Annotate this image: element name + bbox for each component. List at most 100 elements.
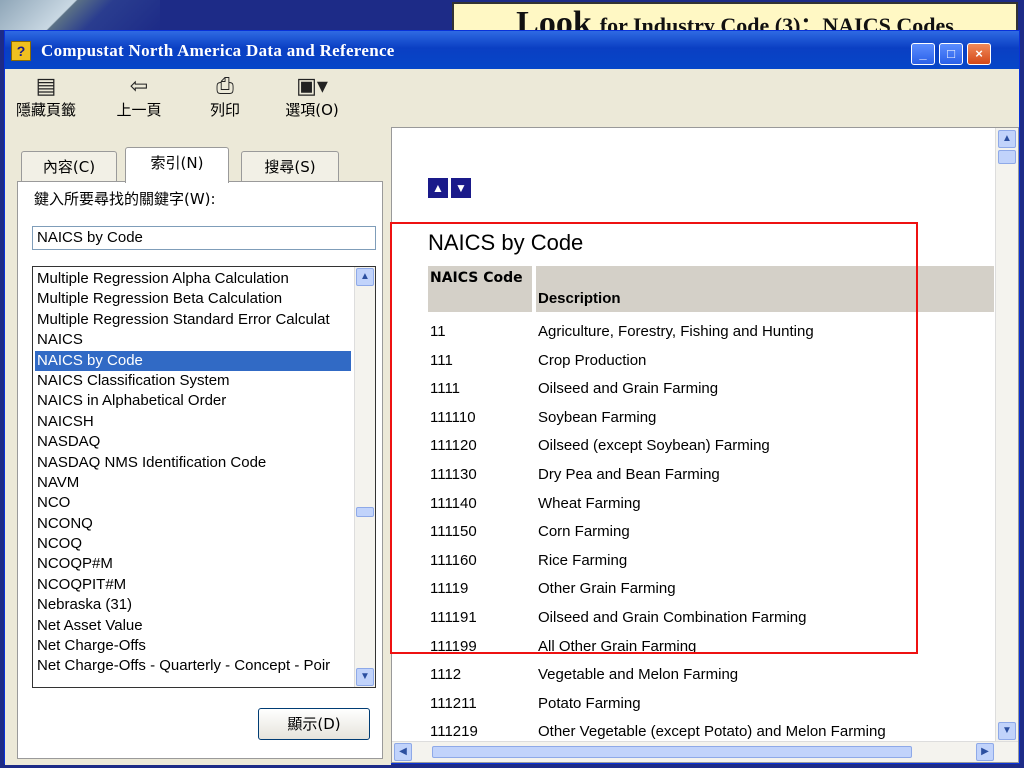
print-button[interactable]: ⎙ 列印	[201, 73, 249, 120]
scroll-thumb[interactable]	[356, 507, 374, 517]
help-app-icon: ?	[11, 41, 31, 61]
minimize-button[interactable]: _	[911, 43, 935, 65]
list-item[interactable]: Net Charge-Offs	[35, 636, 351, 656]
tab-index[interactable]: 索引(N)	[125, 147, 229, 183]
topic-scroll-up-button[interactable]: ▲	[998, 130, 1016, 148]
description-cell: Vegetable and Melon Farming	[538, 666, 739, 684]
list-item[interactable]: Net Asset Value	[35, 616, 351, 636]
description-cell: Crop Production	[538, 351, 647, 369]
naics-table-body: 11 Agriculture, Forestry, Fishing and Hun…	[428, 318, 994, 742]
table-row: 11119 Other Grain Farming	[428, 575, 994, 604]
description-cell: Rice Farming	[538, 551, 628, 569]
navigation-pane: 內容(C) 索引(N) 搜尋(S) 鍵入所要尋找的關鍵字(W): NAICS b…	[5, 127, 391, 765]
list-item[interactable]: Net Charge-Offs - Quarterly - Concept - …	[35, 656, 351, 676]
tab-search[interactable]: 搜尋(S)	[241, 151, 339, 183]
naics-code-cell: 11	[430, 323, 446, 340]
list-item[interactable]: NCOQPIT#M	[35, 575, 351, 595]
scroll-down-button[interactable]: ▼	[356, 668, 374, 686]
previous-topic-icon[interactable]: ▲	[428, 178, 448, 198]
description-cell: Oilseed and Grain Farming	[538, 380, 719, 398]
hide-tabs-button[interactable]: ▤ 隱藏頁籤	[11, 73, 81, 120]
table-row: 1111 Oilseed and Grain Farming	[428, 375, 994, 404]
naics-code-cell: 111110	[430, 408, 476, 426]
list-item[interactable]: NAICS	[35, 330, 351, 350]
table-row: 111211 Potato Farming	[428, 690, 994, 719]
table-row: 111120 Oilseed (except Soybean) Farming	[428, 432, 994, 461]
topic-scroll-down-button[interactable]: ▼	[998, 722, 1016, 740]
topic-scroll-thumb[interactable]	[998, 150, 1016, 164]
back-label: 上一頁	[116, 101, 162, 119]
naics-code-cell: 111130	[430, 465, 477, 483]
topic-hscroll-thumb[interactable]	[432, 746, 912, 758]
description-cell: Potato Farming	[538, 694, 641, 712]
table-row: 11 Agriculture, Forestry, Fishing and Hun…	[428, 318, 994, 347]
table-row: 111110 Soybean Farming	[428, 404, 994, 433]
list-item[interactable]: NCONQ	[35, 514, 351, 534]
list-item[interactable]: NCO	[35, 493, 351, 513]
naics-code-cell: 111140	[430, 494, 477, 512]
description-cell: Other Grain Farming	[538, 580, 676, 598]
hide-tabs-icon: ▤	[35, 73, 57, 98]
table-header: NAICS Code Description	[428, 266, 994, 312]
scroll-up-button[interactable]: ▲	[356, 268, 374, 286]
description-cell: Agriculture, Forestry, Fishing and Hunti…	[538, 323, 814, 340]
index-list: Multiple Regression Alpha Calculation Mul…	[35, 269, 351, 677]
naics-code-cell: 111120	[430, 437, 477, 455]
table-row: 111 Crop Production	[428, 347, 994, 376]
tab-contents[interactable]: 內容(C)	[21, 151, 117, 183]
naics-code-cell: 111	[430, 351, 453, 369]
maximize-button[interactable]: □	[939, 43, 963, 65]
naics-code-cell: 111211	[430, 694, 477, 712]
description-cell: Soybean Farming	[538, 408, 657, 426]
index-list-scrollbar[interactable]: ▲ ▼	[354, 267, 375, 687]
list-item[interactable]: NASDAQ	[35, 432, 351, 452]
slide-decoration	[0, 0, 160, 30]
description-cell: Other Vegetable (except Potato) and Melo…	[538, 723, 886, 741]
list-item[interactable]: Multiple Regression Beta Calculation	[35, 289, 351, 309]
window-titlebar[interactable]: ? Compustat North America Data and Refer…	[5, 31, 1019, 69]
list-item[interactable]: NAVM	[35, 473, 351, 493]
print-label: 列印	[209, 101, 240, 119]
list-item[interactable]: NCOQ	[35, 534, 351, 554]
description-cell: Oilseed (except Soybean) Farming	[538, 437, 770, 455]
list-item[interactable]: NAICSH	[35, 412, 351, 432]
naics-code-cell: 1111	[430, 380, 461, 398]
table-row: 111191 Oilseed and Grain Combination Farm…	[428, 604, 994, 633]
toolbar: ▤ 隱藏頁籤 ⇦ 上一頁 ⎙ 列印 ▣▾ 選項(O)	[5, 69, 1019, 128]
list-item[interactable]: Multiple Regression Alpha Calculation	[35, 269, 351, 289]
list-item[interactable]: NAICS by Code	[35, 350, 351, 371]
list-item[interactable]: NAICS Classification System	[35, 371, 351, 391]
naics-code-cell: 111160	[430, 551, 477, 569]
options-icon: ▣▾	[296, 73, 328, 98]
index-tab-panel: 鍵入所要尋找的關鍵字(W): NAICS by Code Multiple Re…	[17, 181, 383, 759]
description-cell: Oilseed and Grain Combination Farming	[538, 608, 807, 626]
table-row: 111160 Rice Farming	[428, 547, 994, 576]
list-item[interactable]: NCOQP#M	[35, 554, 351, 574]
list-item[interactable]: Nebraska (31)	[35, 595, 351, 615]
keyword-input[interactable]: NAICS by Code	[32, 226, 376, 250]
options-button[interactable]: ▣▾ 選項(O)	[277, 73, 347, 120]
table-row: 1112 Vegetable and Melon Farming	[428, 661, 994, 690]
column-header-description: Description	[536, 266, 994, 312]
close-button[interactable]: ×	[967, 43, 991, 65]
window-title: Compustat North America Data and Referen…	[41, 41, 395, 60]
topic-pane: ▲ ▼ NAICS by Code NAICS Code Description …	[391, 127, 1019, 763]
back-button[interactable]: ⇦ 上一頁	[109, 73, 169, 120]
printer-icon: ⎙	[216, 73, 234, 98]
naics-code-cell: 111219	[430, 723, 478, 741]
list-item[interactable]: NAICS in Alphabetical Order	[35, 391, 351, 411]
topic-scroll-left-button[interactable]: ◀	[394, 743, 412, 761]
hide-tabs-label: 隱藏頁籤	[15, 101, 76, 119]
list-item[interactable]: Multiple Regression Standard Error Calcu…	[35, 310, 351, 330]
display-button[interactable]: 顯示(D)	[258, 708, 370, 740]
table-row: 111219 Other Vegetable (except Potato) an…	[428, 718, 994, 742]
topic-scroll-right-button[interactable]: ▶	[976, 743, 994, 761]
index-listbox[interactable]: Multiple Regression Alpha Calculation Mul…	[32, 266, 376, 688]
naics-code-cell: 111199	[430, 637, 477, 655]
topic-horizontal-scrollbar[interactable]: ◀ ▶	[392, 741, 1018, 762]
table-row: 111150 Corn Farming	[428, 518, 994, 547]
next-topic-icon[interactable]: ▼	[451, 178, 471, 198]
naics-code-cell: 111191	[430, 608, 477, 626]
list-item[interactable]: NASDAQ NMS Identification Code	[35, 453, 351, 473]
topic-vertical-scrollbar[interactable]: ▲ ▼	[995, 128, 1018, 742]
